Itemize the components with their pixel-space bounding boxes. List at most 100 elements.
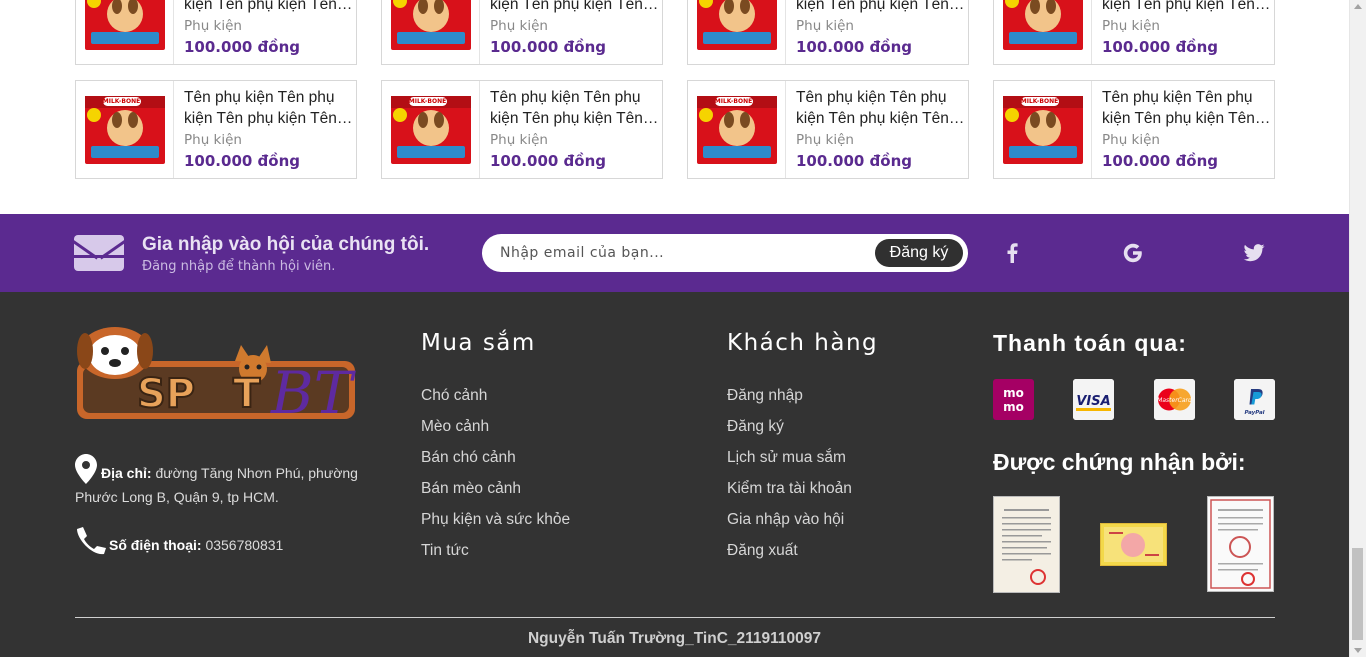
product-name[interactable]: Tên phụ kiện Tên phụ kiện Tên phụ kiện T… [184,0,354,15]
customer-link[interactable]: Gia nhập vào hội [727,504,852,535]
shop-link[interactable]: Chó cảnh [421,380,570,411]
phone-label: Số điện thoại: [109,537,202,553]
product-name[interactable]: Tên phụ kiện Tên phụ kiện Tên phụ kiện T… [796,0,966,15]
product-name[interactable]: Tên phụ kiện Tên phụ kiện Tên phụ kiện T… [184,87,354,129]
facebook-icon[interactable] [1000,241,1024,265]
product-name[interactable]: Tên phụ kiện Tên phụ kiện Tên phụ kiện T… [490,87,660,129]
shop-link[interactable]: Tin tức [421,535,570,566]
svg-text:mo: mo [1003,386,1024,400]
product-price: 100.000 đồng [796,152,913,170]
shop-title: Mua sắm [421,330,536,356]
momo-icon: mo mo [993,379,1034,420]
customer-links: Đăng nhập Đăng ký Lịch sử mua sắm Kiểm tra … [727,380,852,566]
product-price: 100.000 đồng [490,38,607,56]
product-brand-text: MILK-BONE [408,96,447,106]
shop-link[interactable]: Bán mèo cảnh [421,473,570,504]
product-price: 100.000 đồng [184,38,301,56]
subscribe-button[interactable]: Đăng ký [875,239,963,267]
twitter-icon[interactable] [1242,241,1266,265]
footer-divider [75,617,1275,618]
product-card[interactable]: MILK-BONE Tên phụ kiện Tên phụ kiện Tên p… [687,80,969,179]
product-card[interactable]: MILK-BONE Tên phụ kiện Tên phụ kiện Tên p… [75,80,357,179]
svg-text:T: T [233,371,261,417]
certified-title: Được chứng nhận bởi: [993,449,1246,475]
product-category: Phụ kiện [490,132,548,148]
product-image[interactable]: MILK-BONE [382,81,480,178]
product-name[interactable]: Tên phụ kiện Tên phụ kiện Tên phụ kiện T… [796,87,966,129]
product-category: Phụ kiện [184,18,242,34]
address: Địa chỉ: đường Tăng Nhơn Phú, phường Phư… [75,454,375,509]
certificate-image-3 [1207,496,1274,592]
shop-links: Chó cảnh Mèo cảnh Bán chó cảnh Bán mèo cảnh… [421,380,570,566]
product-price: 100.000 đồng [490,152,607,170]
product-brand-text: MILK-BONE [1020,96,1059,106]
product-card[interactable]: MILK-BONE Tên phụ kiện Tên phụ kiện Tên p… [381,80,663,179]
visa-icon: VISA [1073,379,1114,420]
envelope-icon [74,235,124,271]
newsletter-band: Gia nhập vào hội của chúng tôi. Đăng nhậ… [0,214,1349,292]
newsletter-form: Đăng ký [482,234,968,272]
customer-link[interactable]: Đăng ký [727,411,852,442]
product-image[interactable]: MILK-BONE [76,81,174,178]
scroll-down-arrow-icon[interactable] [1354,648,1362,653]
newsletter-title: Gia nhập vào hội của chúng tôi. [142,234,430,255]
product-category: Phụ kiện [796,132,854,148]
paypal-icon: PayPal [1234,379,1275,420]
product-card[interactable]: MILK-BONE Tên phụ kiện Tên phụ kiện Tên p… [687,0,969,65]
page: MILK-BONETên phụ kiện Tên phụ kiện Tên p… [0,0,1349,657]
scroll-thumb[interactable] [1352,548,1363,640]
shop-link[interactable]: Mèo cảnh [421,411,570,442]
customer-link[interactable]: Kiểm tra tài khoản [727,473,852,504]
customer-link[interactable]: Đăng xuất [727,535,852,566]
svg-text:SP: SP [137,371,195,417]
customer-link[interactable]: Lịch sử mua sắm [727,442,852,473]
product-category: Phụ kiện [490,18,548,34]
google-icon[interactable] [1121,241,1145,265]
payment-title: Thanh toán qua: [993,330,1187,356]
product-brand-text: MILK-BONE [102,96,141,106]
product-image[interactable]: MILK-BONE [382,0,480,64]
product-card[interactable]: MILK-BONE Tên phụ kiện Tên phụ kiện Tên p… [993,0,1275,65]
scroll-up-arrow-icon[interactable] [1354,4,1362,9]
svg-text:mo: mo [1003,400,1024,414]
product-category: Phụ kiện [184,132,242,148]
product-card[interactable]: MILK-BONE Tên phụ kiện Tên phụ kiện Tên p… [75,0,357,65]
site-logo[interactable]: SP T BT [75,327,357,427]
footer: SP T BT Địa chỉ: đường Tăng Nhơn Phú, ph… [0,292,1349,657]
svg-text:MasterCard: MasterCard [1157,397,1192,404]
product-category: Phụ kiện [1102,18,1160,34]
phone-icon [77,527,106,555]
product-category: Phụ kiện [1102,132,1160,148]
product-image[interactable]: MILK-BONE [76,0,174,64]
product-image[interactable]: MILK-BONE [688,81,786,178]
shop-link[interactable]: Phụ kiện và sức khỏe [421,504,570,535]
product-image[interactable]: MILK-BONE [994,81,1092,178]
phone: Số điện thoại: 0356780831 [75,526,283,558]
product-card[interactable]: MILK-BONE Tên phụ kiện Tên phụ kiện Tên p… [381,0,663,65]
product-image[interactable]: MILK-BONE [688,0,786,64]
product-price: 100.000 đồng [796,38,913,56]
svg-text:PayPal: PayPal [1244,410,1264,416]
email-input[interactable] [500,243,860,263]
product-image[interactable]: MILK-BONE [994,0,1092,64]
product-price: 100.000 đồng [1102,152,1219,170]
certificate-image-2 [1100,523,1167,566]
product-name[interactable]: Tên phụ kiện Tên phụ kiện Tên phụ kiện T… [490,0,660,15]
customer-title: Khách hàng [727,330,879,356]
newsletter-subtitle: Đăng nhập để thành hội viên. [142,259,336,274]
certificate-image-1 [993,496,1060,593]
product-name[interactable]: Tên phụ kiện Tên phụ kiện Tên phụ kiện T… [1102,87,1272,129]
location-pin-icon [75,454,97,484]
shop-link[interactable]: Bán chó cảnh [421,442,570,473]
product-name[interactable]: Tên phụ kiện Tên phụ kiện Tên phụ kiện T… [1102,0,1272,15]
address-label: Địa chỉ: [101,465,152,481]
svg-text:VISA: VISA [1076,394,1110,409]
svg-text:BT: BT [270,359,357,423]
mastercard-icon: MasterCard [1154,379,1195,420]
customer-link[interactable]: Đăng nhập [727,380,852,411]
vertical-scrollbar[interactable] [1349,0,1366,657]
product-card[interactable]: MILK-BONE Tên phụ kiện Tên phụ kiện Tên p… [993,80,1275,179]
phone-value[interactable]: 0356780831 [205,537,283,553]
product-category: Phụ kiện [796,18,854,34]
product-price: 100.000 đồng [1102,38,1219,56]
